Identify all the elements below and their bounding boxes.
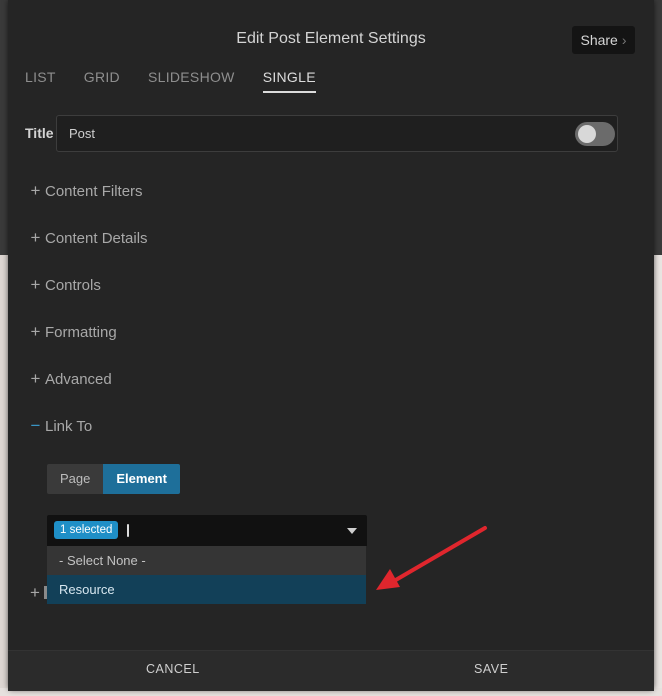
section-label: Formatting: [45, 323, 117, 341]
element-multiselect[interactable]: 1 selected: [47, 515, 367, 546]
plus-icon: +: [30, 228, 41, 247]
tab-slideshow[interactable]: SLIDESHOW: [148, 69, 235, 93]
section-label: Link To: [45, 417, 93, 435]
cancel-button[interactable]: CANCEL: [146, 662, 200, 676]
section-advanced[interactable]: + Advanced: [30, 369, 112, 389]
dropdown-option-select-none[interactable]: - Select None -: [47, 546, 366, 575]
settings-modal: Edit Post Element Settings Share › LIST …: [8, 0, 654, 691]
title-input[interactable]: Post: [56, 115, 618, 152]
modal-footer: CANCEL SAVE: [8, 650, 654, 691]
title-input-value[interactable]: Post: [69, 126, 95, 141]
plus-icon: +: [30, 583, 40, 602]
plus-icon: +: [30, 369, 41, 388]
modal-title: Edit Post Element Settings: [236, 30, 426, 47]
tab-single[interactable]: SINGLE: [262, 69, 316, 93]
background-left-page: [0, 255, 8, 696]
section-content-details[interactable]: + Content Details: [30, 228, 148, 248]
share-button[interactable]: Share ›: [572, 26, 635, 54]
section-link-to[interactable]: − Link To: [30, 416, 93, 436]
title-visibility-toggle[interactable]: [575, 122, 615, 146]
chevron-down-icon[interactable]: [347, 528, 357, 534]
dropdown-option-resource[interactable]: Resource: [47, 575, 366, 604]
share-label: Share: [580, 32, 618, 48]
section-label: Advanced: [45, 370, 112, 388]
title-label: Title: [25, 125, 54, 141]
element-dropdown-list: - Select None - Resource: [47, 546, 366, 604]
view-tabs: LIST GRID SLIDESHOW SINGLE: [25, 69, 316, 93]
section-controls[interactable]: + Controls: [30, 275, 101, 295]
text-cursor: [127, 524, 129, 537]
tab-list[interactable]: LIST: [25, 69, 56, 93]
background-right-page: [654, 255, 662, 696]
link-type-element-option[interactable]: Element: [103, 464, 180, 494]
save-button[interactable]: SAVE: [474, 662, 508, 676]
section-content-filters[interactable]: + Content Filters: [30, 181, 143, 201]
plus-icon: +: [30, 322, 41, 341]
section-label: Content Details: [45, 229, 148, 247]
link-type-page-option[interactable]: Page: [47, 464, 104, 494]
section-label: Controls: [45, 276, 101, 294]
section-label: Content Filters: [45, 182, 143, 200]
selected-count-badge: 1 selected: [54, 521, 119, 539]
minus-icon: −: [30, 416, 41, 435]
plus-icon: +: [30, 181, 41, 200]
toggle-knob: [578, 125, 596, 143]
tab-grid[interactable]: GRID: [84, 69, 120, 93]
chevron-right-icon: ›: [621, 32, 627, 48]
link-type-segmented-control: Page Element: [47, 464, 180, 494]
plus-icon: +: [30, 275, 41, 294]
section-formatting[interactable]: + Formatting: [30, 322, 117, 342]
